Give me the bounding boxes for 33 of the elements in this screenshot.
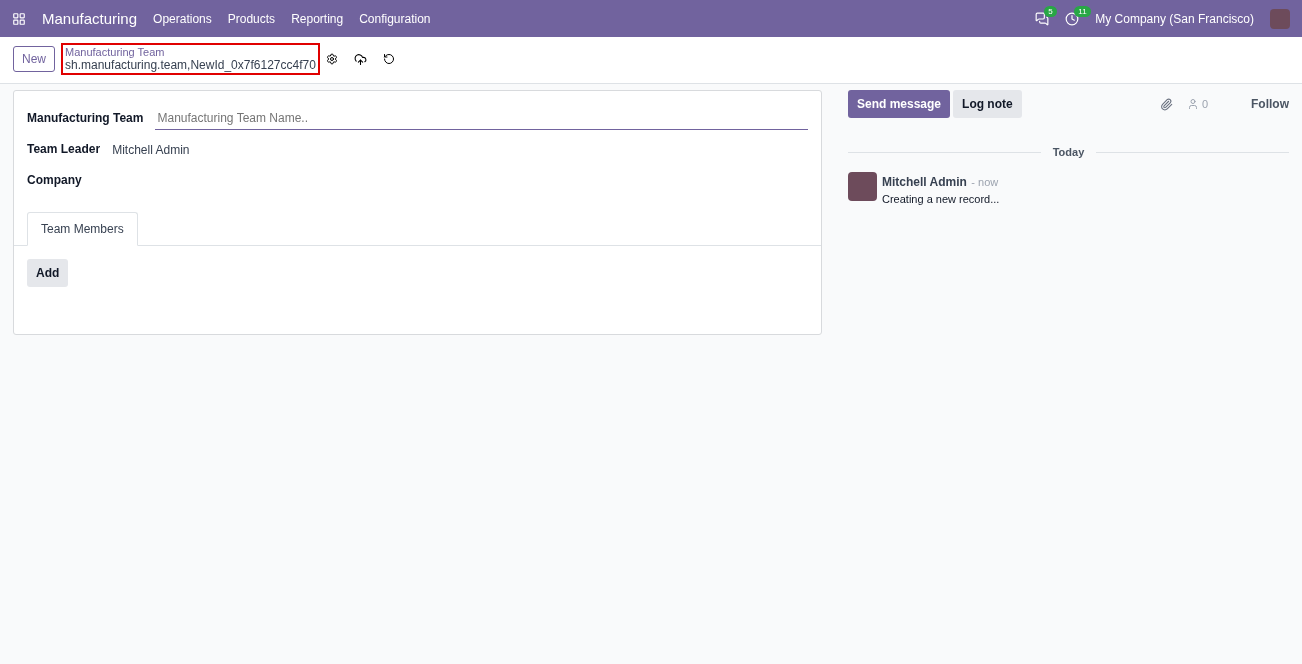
count-badge: 5 — [1044, 5, 1057, 17]
message-time: - now — [971, 176, 999, 188]
paperclip-icon[interactable] — [1159, 97, 1173, 111]
menu-item[interactable]: Products — [227, 11, 276, 26]
field-label: Team Leader — [27, 141, 101, 158]
clock-icon[interactable] — [1065, 11, 1080, 26]
apps-grid-icon[interactable] — [12, 11, 26, 26]
menu-item[interactable]: Operations — [153, 11, 212, 26]
field-label: Manufacturing Team — [27, 110, 144, 127]
followers-count: 0 — [1201, 98, 1208, 110]
follow-link[interactable]: Follow — [1251, 97, 1289, 111]
field-label: Company — [27, 172, 83, 189]
menu-item[interactable]: Reporting — [291, 11, 344, 26]
count-badge: 11 — [1074, 5, 1091, 17]
breadcrumb-link[interactable]: Manufacturing Team — [65, 46, 316, 58]
new-button[interactable]: New — [13, 46, 55, 72]
cloud-upload-icon[interactable] — [353, 52, 367, 66]
date-separator: Today — [1052, 146, 1085, 158]
app-name[interactable]: Manufacturing — [42, 10, 138, 27]
author-avatar — [848, 172, 877, 201]
settings-icon[interactable] — [325, 53, 338, 65]
record-name: sh.manufacturing.team,NewId_0x7f6127cc4f70 — [65, 58, 316, 72]
undo-icon[interactable] — [382, 53, 395, 65]
menu-item[interactable]: Configuration — [359, 11, 431, 26]
author-name: Mitchell Admin — [882, 175, 967, 189]
tab[interactable]: Team Members — [27, 212, 138, 246]
chat-bubbles-icon[interactable] — [1035, 11, 1050, 26]
send-message-button[interactable]: Send message — [848, 90, 951, 118]
company-name[interactable]: My Company (San Francisco) — [1095, 11, 1254, 26]
add-button[interactable]: Add — [27, 259, 69, 287]
log-note-button[interactable]: Log note — [953, 90, 1022, 118]
field-value[interactable]: Mitchell Admin — [112, 142, 190, 157]
message-body: Creating a new record... — [882, 193, 1000, 205]
